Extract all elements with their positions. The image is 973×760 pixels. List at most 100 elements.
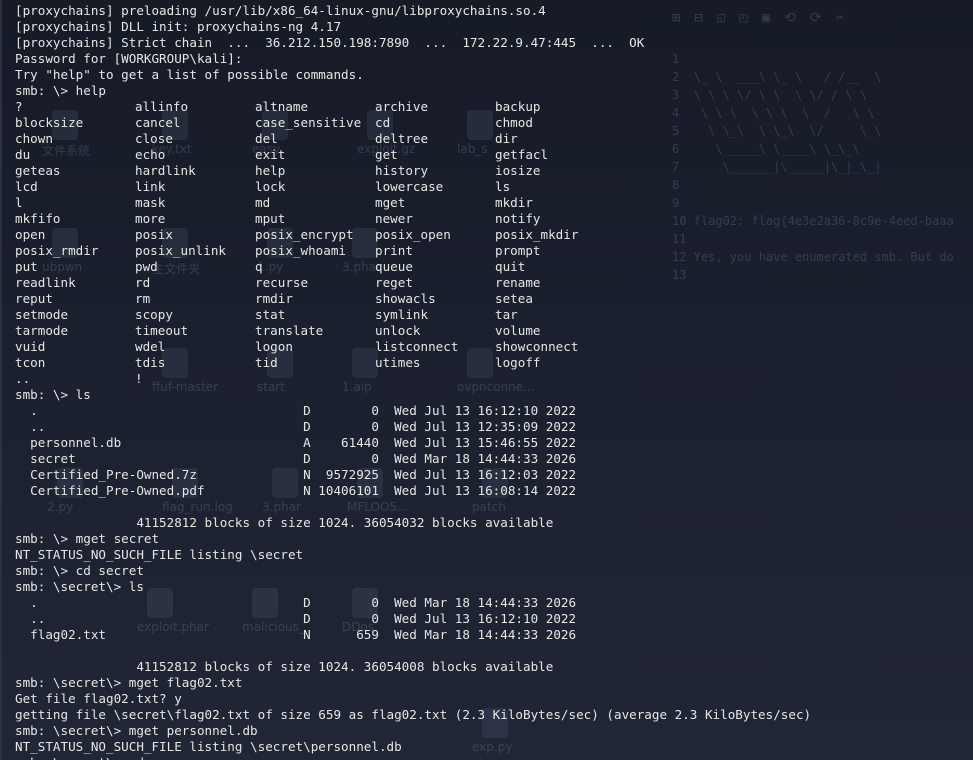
help-row: put pwd q queue quit <box>15 259 811 275</box>
terminal-line: smb: \secret\> cd .. <box>15 755 811 760</box>
terminal-window[interactable]: ⊞⊟◱◰▣⟲⟳✂ 12 \_ \ ___\ \_ \ / /__ \ 3 \ \ … <box>0 0 973 760</box>
terminal-line: smb: \secret\> mget personnel.db <box>15 723 258 738</box>
help-command: ? <box>15 99 23 114</box>
help-command: logon <box>255 339 293 354</box>
help-command: cd <box>375 115 391 130</box>
help-command: showacls <box>375 291 436 306</box>
help-row: open posix posix_encrypt posix_open posix_mk… <box>15 227 811 243</box>
help-command: pwd <box>135 259 158 274</box>
terminal-line: .. D 0 Wed Jul 13 12:35:09 2022 <box>15 419 577 434</box>
help-command: link <box>135 179 166 194</box>
help-command: put <box>15 259 38 274</box>
terminal-line: personnel.db A 61440 Wed Jul 13 15:46:55… <box>15 435 577 450</box>
help-command: tar <box>495 307 518 322</box>
help-command: mkfifo <box>15 211 61 226</box>
help-command: cancel <box>135 115 181 130</box>
help-command: exit <box>255 147 286 162</box>
help-command: tcon <box>15 355 46 370</box>
help-row: geteas hardlink help history iosize <box>15 163 811 179</box>
help-command: posix_unlink <box>135 243 226 258</box>
help-command: mkdir <box>495 195 533 210</box>
help-command: tdis <box>135 355 166 370</box>
help-command: chmod <box>495 115 533 130</box>
terminal-line: smb: \> help <box>15 83 106 98</box>
help-command: hardlink <box>135 163 196 178</box>
help-command: reget <box>375 275 413 290</box>
help-command: setea <box>495 291 533 306</box>
help-command: close <box>135 131 173 146</box>
help-row: vuid wdel logon listconnect showconnect <box>15 339 811 355</box>
help-command: history <box>375 163 429 178</box>
terminal-line: Certified_Pre-Owned.pdf N 10406101 Wed J… <box>15 483 577 498</box>
help-command: deltree <box>375 131 429 146</box>
help-command: setmode <box>15 307 69 322</box>
help-command: .. <box>15 371 31 386</box>
help-command: rd <box>135 275 151 290</box>
help-command: altname <box>255 99 309 114</box>
terminal-line: smb: \secret\> ls <box>15 579 144 594</box>
terminal-line: smb: \> cd secret <box>15 563 144 578</box>
help-command: logoff <box>495 355 541 370</box>
help-command: rm <box>135 291 151 306</box>
help-command: rename <box>495 275 541 290</box>
help-command: lowercase <box>375 179 444 194</box>
terminal-line: Try "help" to get a list of possible com… <box>15 67 364 82</box>
help-command: posix_encrypt <box>255 227 354 242</box>
help-command: volume <box>495 323 541 338</box>
help-command: notify <box>495 211 541 226</box>
help-command: recurse <box>255 275 309 290</box>
help-row: l mask md mget mkdir <box>15 195 811 211</box>
help-command: translate <box>255 323 324 338</box>
help-command: print <box>375 243 413 258</box>
help-command: queue <box>375 259 413 274</box>
help-command: scopy <box>135 307 173 322</box>
help-command: geteas <box>15 163 61 178</box>
help-row: lcd link lock lowercase ls <box>15 179 811 195</box>
terminal-line: 41152812 blocks of size 1024. 36054008 b… <box>15 659 554 674</box>
help-command: posix_rmdir <box>15 243 99 258</box>
help-command: ls <box>495 179 511 194</box>
help-command: newer <box>375 211 413 226</box>
terminal-line: flag02.txt N 659 Wed Mar 18 14:44:33 202… <box>15 627 577 642</box>
terminal-line: smb: \secret\> mget flag02.txt <box>15 675 243 690</box>
help-command: allinfo <box>135 99 189 114</box>
terminal-line: smb: \> mget secret <box>15 531 160 546</box>
help-command: lock <box>255 179 286 194</box>
terminal-line: [proxychains] DLL init: proxychains-ng 4… <box>15 19 342 34</box>
help-row: blocksize cancel case_sensitive cd chmod <box>15 115 811 131</box>
help-row: posix_rmdir posix_unlink posix_whoami print… <box>15 243 811 259</box>
terminal-line: getting file \secret\flag02.txt of size … <box>15 707 812 722</box>
help-row: reput rm rmdir showacls setea <box>15 291 811 307</box>
help-row: tcon tdis tid utimes logoff <box>15 355 811 371</box>
terminal-line: Get file flag02.txt? y <box>15 691 182 706</box>
help-command: posix_open <box>375 227 451 242</box>
help-command: get <box>375 147 398 162</box>
help-row: readlink rd recurse reget rename <box>15 275 811 291</box>
help-command: listconnect <box>375 339 459 354</box>
help-command: posix_whoami <box>255 243 346 258</box>
help-command: getfacl <box>495 147 549 162</box>
help-command: mput <box>255 211 286 226</box>
help-command: lcd <box>15 179 38 194</box>
terminal-line: secret D 0 Wed Mar 18 14:44:33 2026 <box>15 451 577 466</box>
help-command: quit <box>495 259 526 274</box>
terminal-line: .. D 0 Wed Jul 13 16:12:10 2022 <box>15 611 577 626</box>
help-row: du echo exit get getfacl <box>15 147 811 163</box>
help-command: mget <box>375 195 406 210</box>
help-command: reput <box>15 291 53 306</box>
help-row: setmode scopy stat symlink tar <box>15 307 811 323</box>
help-command: posix_mkdir <box>495 227 579 242</box>
help-command: du <box>15 147 31 162</box>
help-command: iosize <box>495 163 541 178</box>
help-command: blocksize <box>15 115 84 130</box>
help-command: ! <box>135 371 143 386</box>
help-command: q <box>255 259 263 274</box>
help-row: ? allinfo altname archive backup <box>15 99 811 115</box>
terminal-line: [proxychains] preloading /usr/lib/x86_64… <box>15 3 546 18</box>
help-command: vuid <box>15 339 46 354</box>
help-command: echo <box>135 147 166 162</box>
help-command: l <box>15 195 23 210</box>
help-command: timeout <box>135 323 189 338</box>
